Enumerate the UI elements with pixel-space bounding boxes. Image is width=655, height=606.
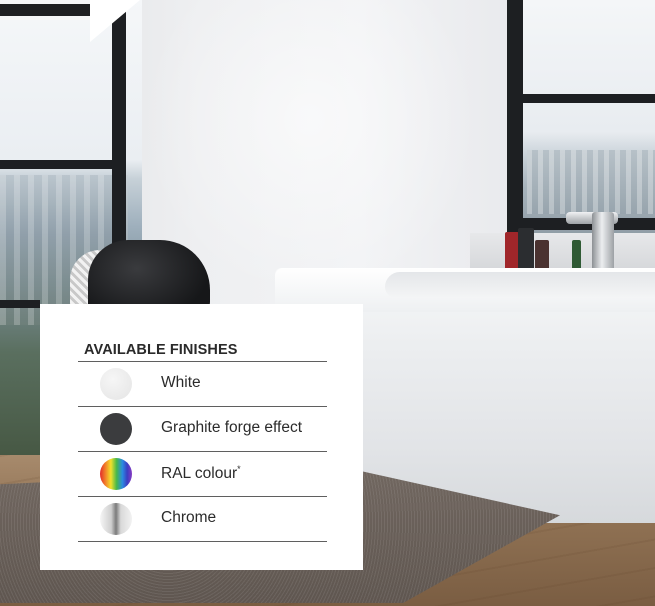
graphite-swatch-icon — [100, 413, 132, 445]
finish-row-white: White — [78, 361, 327, 406]
finish-row-graphite: Graphite forge effect — [78, 406, 327, 451]
finish-row-chrome: Chrome — [78, 496, 327, 542]
right-window — [507, 0, 655, 240]
finish-label: White — [161, 374, 201, 391]
bathtub-basin — [385, 272, 655, 298]
left-window-frame-mid — [0, 160, 120, 169]
finishes-panel: AVAILABLE FINISHES White Graphite forge … — [40, 304, 363, 570]
finishes-title: AVAILABLE FINISHES — [84, 342, 238, 358]
finish-label: Graphite forge effect — [161, 419, 303, 436]
rainbow-swatch-icon — [100, 458, 132, 490]
finish-label-ral: RAL colour* — [161, 464, 241, 483]
finish-label: RAL colour — [161, 465, 238, 483]
footnote-mark: * — [237, 464, 241, 474]
left-window-frame-lower — [0, 300, 40, 308]
finishes-list: White Graphite forge effect RAL colour* … — [78, 361, 327, 542]
right-window-frame-side — [507, 0, 523, 240]
white-swatch-icon — [100, 368, 132, 400]
finish-row-ral: RAL colour* — [78, 451, 327, 496]
finish-label: Chrome — [161, 509, 217, 526]
right-window-frame-mid — [507, 94, 655, 103]
right-window-cityscape — [527, 150, 655, 214]
chrome-swatch-icon — [100, 503, 132, 535]
